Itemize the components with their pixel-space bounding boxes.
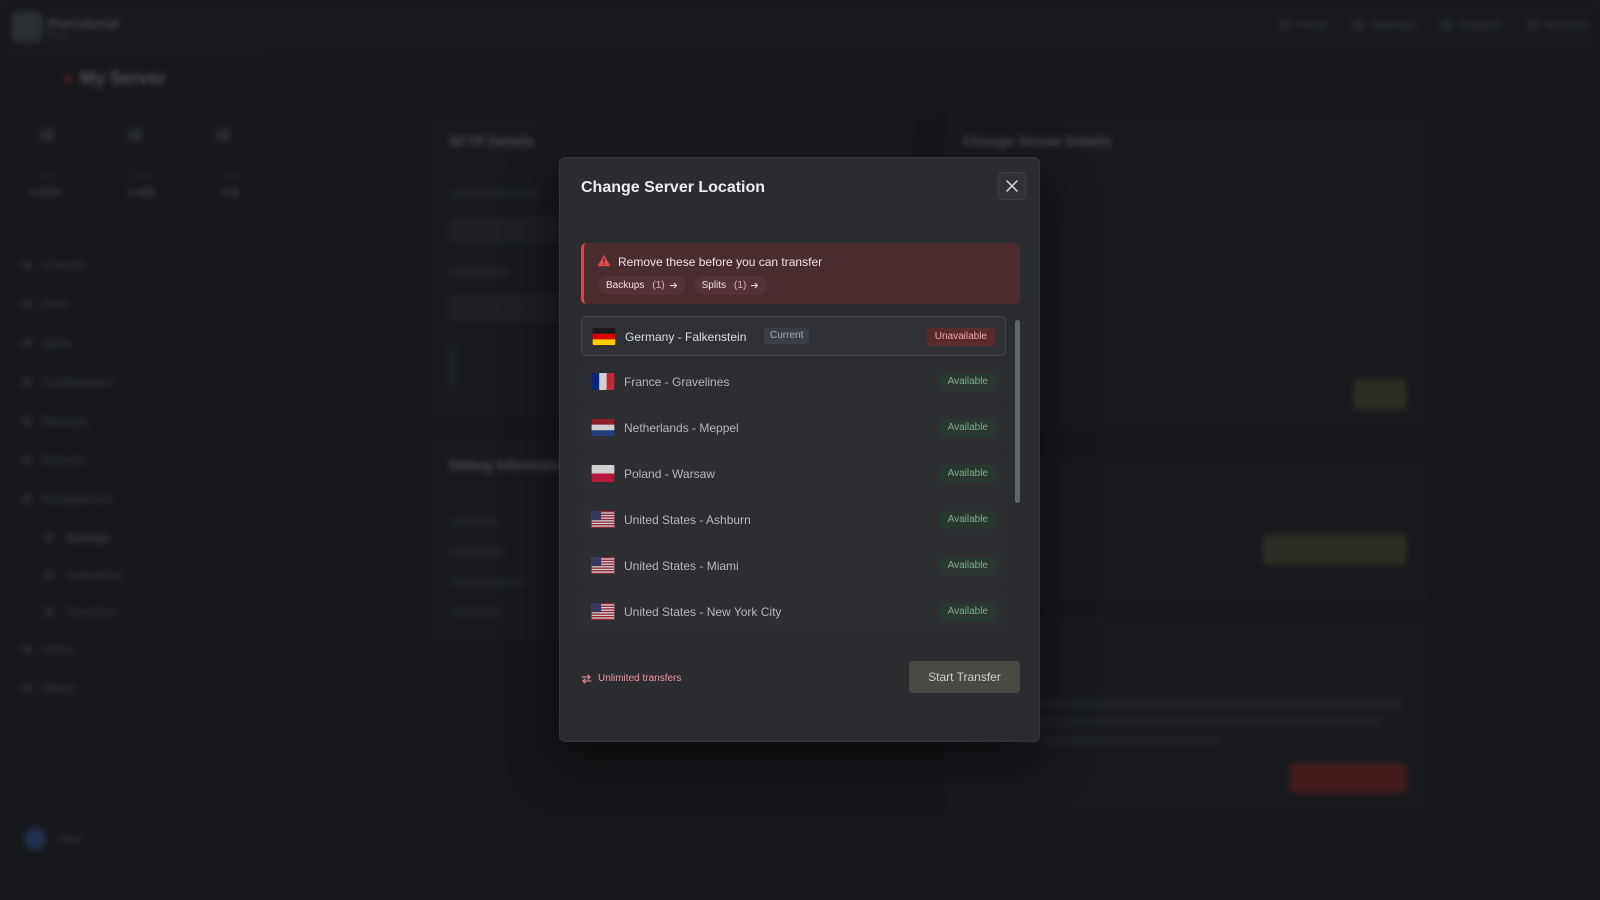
transfer-arrows-icon bbox=[581, 673, 592, 684]
chip-count: (1) bbox=[652, 280, 665, 291]
transfers-text: Unlimited transfers bbox=[598, 673, 682, 684]
chip-label: Splits bbox=[701, 280, 727, 291]
france-flag-icon bbox=[591, 373, 615, 390]
location-name: United States - New York City bbox=[624, 605, 782, 619]
transfer-blocked-alert: Remove these before you can transfer Bac… bbox=[581, 243, 1020, 304]
location-name: Germany - Falkenstein bbox=[625, 330, 747, 344]
warning-icon bbox=[597, 254, 611, 267]
usa-flag-icon bbox=[591, 511, 615, 528]
close-icon bbox=[1006, 180, 1018, 192]
location-name: Poland - Warsaw bbox=[624, 467, 715, 481]
splits-chip[interactable]: Splits (1) bbox=[693, 276, 768, 295]
backups-chip[interactable]: Backups (1) bbox=[598, 276, 686, 295]
germany-flag-icon bbox=[592, 328, 616, 345]
alert-message: Remove these before you can transfer bbox=[618, 255, 823, 269]
status-badge: Available bbox=[939, 557, 996, 575]
location-option-germany-falkenstein[interactable]: Germany - Falkenstein Current Unavailabl… bbox=[581, 316, 1006, 356]
location-option-us-miami[interactable]: United States - Miami Available bbox=[581, 546, 1006, 586]
start-transfer-button[interactable]: Start Transfer bbox=[909, 661, 1020, 693]
status-badge: Available bbox=[939, 419, 996, 437]
location-name: United States - Ashburn bbox=[624, 513, 751, 527]
location-list-scrollbar[interactable] bbox=[1015, 320, 1020, 503]
location-option-poland-warsaw[interactable]: Poland - Warsaw Available bbox=[581, 454, 1006, 494]
modal-title: Change Server Location bbox=[581, 179, 766, 196]
poland-flag-icon bbox=[591, 465, 615, 482]
change-location-modal: Change Server Location Remove these befo… bbox=[559, 157, 1040, 742]
arrow-right-icon bbox=[751, 282, 759, 289]
arrow-right-icon bbox=[669, 282, 677, 289]
usa-flag-icon bbox=[591, 557, 615, 574]
location-option-france-gravelines[interactable]: France - Gravelines Available bbox=[581, 362, 1006, 402]
chip-label: Backups bbox=[606, 280, 645, 291]
unlimited-transfers-note: Unlimited transfers bbox=[581, 673, 681, 684]
blocking-items: Backups (1) Splits (1) bbox=[598, 276, 768, 295]
chip-count: (1) bbox=[734, 280, 747, 291]
close-button[interactable] bbox=[998, 172, 1026, 200]
status-badge: Available bbox=[939, 511, 996, 529]
status-badge: Available bbox=[939, 373, 996, 391]
status-badge: Available bbox=[939, 603, 996, 621]
location-option-netherlands-meppel[interactable]: Netherlands - Meppel Available bbox=[581, 408, 1006, 448]
location-list[interactable]: Germany - Falkenstein Current Unavailabl… bbox=[581, 316, 1006, 636]
netherlands-flag-icon bbox=[591, 419, 615, 436]
location-name: Netherlands - Meppel bbox=[624, 421, 739, 435]
location-option-us-ashburn[interactable]: United States - Ashburn Available bbox=[581, 500, 1006, 540]
usa-flag-icon bbox=[591, 603, 615, 620]
location-name: United States - Miami bbox=[624, 559, 739, 573]
status-badge: Available bbox=[939, 465, 996, 483]
current-badge: Current bbox=[764, 328, 810, 344]
location-name: France - Gravelines bbox=[624, 375, 730, 389]
status-badge: Unavailable bbox=[926, 328, 995, 346]
location-option-us-new-york-city[interactable]: United States - New York City Available bbox=[581, 592, 1006, 632]
